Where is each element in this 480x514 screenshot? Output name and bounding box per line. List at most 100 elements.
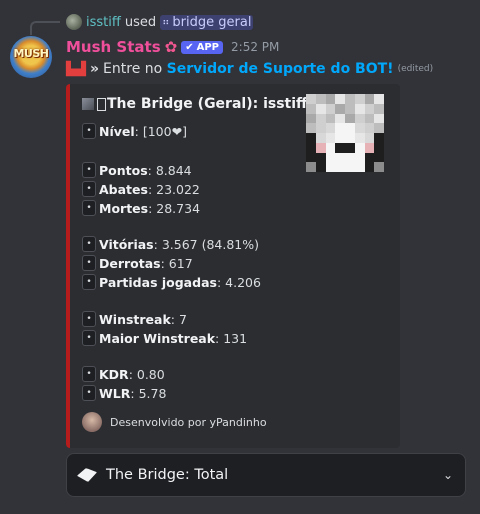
reply-user-avatar[interactable] xyxy=(66,14,82,30)
stats-embed: The Bridge (Geral): isstiff • Nível: [10… xyxy=(66,84,400,448)
footer-text: Desenvolvido por yPandinho xyxy=(110,415,267,429)
reply-connector xyxy=(30,21,60,35)
stat-value: : 3.567 (84.81%) xyxy=(153,236,259,252)
stat-row: • Pontos: 8.844 xyxy=(82,161,192,179)
bullet-icon: • xyxy=(82,123,96,139)
skin-pixel xyxy=(306,142,316,153)
skin-pixel xyxy=(364,152,375,163)
skin-pixel xyxy=(306,133,316,143)
skin-pixel xyxy=(306,103,316,114)
stat-row: • WLR: 5.78 xyxy=(82,384,166,402)
skin-pixel xyxy=(354,133,365,143)
stat-label: WLR xyxy=(99,385,131,401)
skin-pixel xyxy=(335,103,345,114)
skin-pixel xyxy=(364,133,375,143)
skin-pixel xyxy=(306,123,316,133)
stat-row: • Partidas jogadas: 4.206 xyxy=(82,273,261,291)
stat-row: • Derrotas: 617 xyxy=(82,254,193,272)
message-header: Mush Stats ✿ ✔ APP 2:52 PM xyxy=(66,37,279,57)
stat-value: : 23.022 xyxy=(147,181,200,197)
stats-mode-select[interactable]: The Bridge: Total ⌄ xyxy=(66,453,466,497)
embed-title: The Bridge (Geral): isstiff xyxy=(82,96,307,112)
stat-label: Winstreak xyxy=(99,311,171,327)
skin-pixel xyxy=(354,94,365,104)
stat-value: : 5.78 xyxy=(130,385,167,401)
stat-row: • Abates: 23.022 xyxy=(82,180,200,198)
player-skin-thumbnail[interactable] xyxy=(306,94,384,172)
embed-footer: Desenvolvido por yPandinho xyxy=(82,412,267,432)
stat-value: : 8.844 xyxy=(147,162,192,178)
stat-value: : 617 xyxy=(160,255,193,271)
skin-pixel xyxy=(325,152,336,163)
skin-pixel xyxy=(325,94,336,104)
stat-label: Partidas jogadas xyxy=(99,274,217,290)
stat-label: Nível xyxy=(99,123,135,139)
bot-avatar[interactable]: MUSH xyxy=(10,36,52,78)
select-value: The Bridge: Total xyxy=(106,467,229,483)
stat-value: : 0.80 xyxy=(128,366,165,382)
slash-command-icon: ⠶ xyxy=(162,16,170,28)
skin-pixel xyxy=(335,113,345,124)
reply-username[interactable]: isstiff xyxy=(86,15,121,30)
stat-row: • Mortes: 28.734 xyxy=(82,199,200,217)
stat-row: • Maior Winstreak: 131 xyxy=(82,329,247,347)
stat-value: : 131 xyxy=(215,330,248,346)
bullet-icon: • xyxy=(82,200,96,216)
skin-pixel xyxy=(345,152,355,163)
stat-label: Pontos xyxy=(99,162,148,178)
chevron-down-icon[interactable]: ⌄ xyxy=(443,468,453,482)
message-timestamp[interactable]: 2:52 PM xyxy=(231,40,279,54)
skin-pixel xyxy=(354,162,365,172)
bot-username[interactable]: Mush Stats xyxy=(66,38,161,56)
mushroom-emoji-icon: ▙▟ xyxy=(66,61,86,77)
stat-row: • Vitórias: 3.567 (84.81%) xyxy=(82,235,259,253)
stat-value: : 28.734 xyxy=(148,200,201,216)
stat-label: Vitórias xyxy=(99,236,154,252)
bullet-icon: • xyxy=(82,311,96,327)
skin-pixel xyxy=(306,113,316,124)
skin-pixel xyxy=(354,123,365,133)
bullet-icon: • xyxy=(82,162,96,178)
stat-label: Derrotas xyxy=(99,255,161,271)
skin-pixel xyxy=(374,162,384,172)
skin-pixel xyxy=(315,162,326,172)
reply-context[interactable]: isstiff used ⠶ bridge geral xyxy=(66,12,254,32)
app-badge: ✔ APP xyxy=(181,40,224,54)
skin-pixel xyxy=(306,152,316,163)
bullet-icon: • xyxy=(82,385,96,401)
command-name: bridge geral xyxy=(172,14,252,30)
skin-pixel xyxy=(325,142,336,153)
reply-used-text: used xyxy=(124,14,157,30)
stat-value: : 4.206 xyxy=(216,274,261,290)
stat-value: : [100❤] xyxy=(134,123,187,139)
message-text: Entre no xyxy=(103,61,163,77)
bridge-item-icon xyxy=(77,468,97,482)
skin-pixel xyxy=(315,94,326,104)
stat-label: Abates xyxy=(99,181,148,197)
bullet-icon: • xyxy=(82,181,96,197)
skin-pixel xyxy=(335,142,345,153)
skin-pixel xyxy=(345,133,355,143)
skin-pixel xyxy=(315,133,326,143)
embed-title-text: The Bridge (Geral): isstiff xyxy=(107,96,308,112)
skin-pixel xyxy=(335,94,345,104)
slash-command-mention[interactable]: ⠶ bridge geral xyxy=(160,14,254,30)
skin-pixel xyxy=(306,162,316,172)
skin-pixel xyxy=(315,123,326,133)
skin-pixel xyxy=(325,123,336,133)
stat-label: Mortes xyxy=(99,200,149,216)
skin-pixel xyxy=(315,103,326,114)
developer-avatar xyxy=(82,412,102,432)
bullet-icon: • xyxy=(82,255,96,271)
skin-pixel xyxy=(354,113,365,124)
skin-pixel xyxy=(325,103,336,114)
bullet-icon: • xyxy=(82,274,96,290)
skin-pixel xyxy=(364,113,375,124)
edited-label: (edited) xyxy=(397,64,434,74)
flower-badge-icon: ✿ xyxy=(164,38,178,56)
stat-row: • Nível: [100❤] xyxy=(82,122,187,140)
missing-glyph-icon xyxy=(97,97,106,111)
bot-avatar-logo: MUSH xyxy=(13,47,49,60)
stat-label: Maior Winstreak xyxy=(99,330,216,346)
support-server-link[interactable]: Servidor de Suporte do BOT! xyxy=(167,61,394,77)
